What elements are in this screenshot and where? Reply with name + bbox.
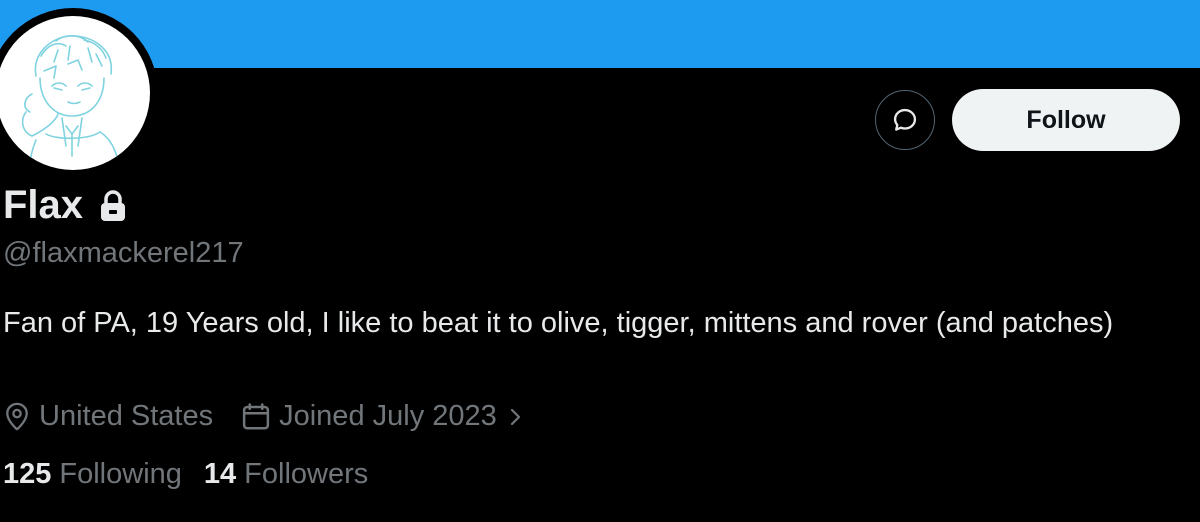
- following-label: Following: [59, 458, 182, 490]
- lock-icon: [99, 189, 127, 223]
- message-icon: [893, 108, 917, 131]
- location-item: United States: [3, 400, 213, 433]
- following-link[interactable]: 125 Following: [3, 458, 182, 491]
- followers-count: 14: [203, 458, 237, 490]
- joined-item[interactable]: Joined July 2023: [241, 400, 531, 433]
- profile-bio: Fan of PA, 19 Years old, I like to beat …: [3, 307, 1114, 339]
- followers-link[interactable]: 14 Followers: [204, 458, 368, 491]
- chevron-right-icon: [510, 408, 520, 425]
- followers-label: Followers: [244, 458, 369, 490]
- message-button[interactable]: [875, 90, 935, 150]
- avatar-sketch-image: [21, 35, 119, 167]
- location-pin-icon: [6, 402, 28, 430]
- profile-meta: United States Joined July 2023: [3, 400, 531, 433]
- avatar[interactable]: [0, 16, 150, 170]
- profile-handle: @flaxmackerel217: [3, 237, 244, 269]
- display-name: Flax: [3, 183, 84, 227]
- following-count: 125: [3, 458, 52, 490]
- joined-text: Joined July 2023: [279, 400, 497, 432]
- name-row: Flax: [3, 183, 127, 228]
- profile-banner[interactable]: [0, 0, 1200, 68]
- calendar-icon: [242, 402, 270, 429]
- follow-button[interactable]: Follow: [952, 89, 1180, 151]
- location-text: United States: [39, 400, 214, 432]
- follow-stats: 125 Following 14 Followers: [3, 458, 368, 491]
